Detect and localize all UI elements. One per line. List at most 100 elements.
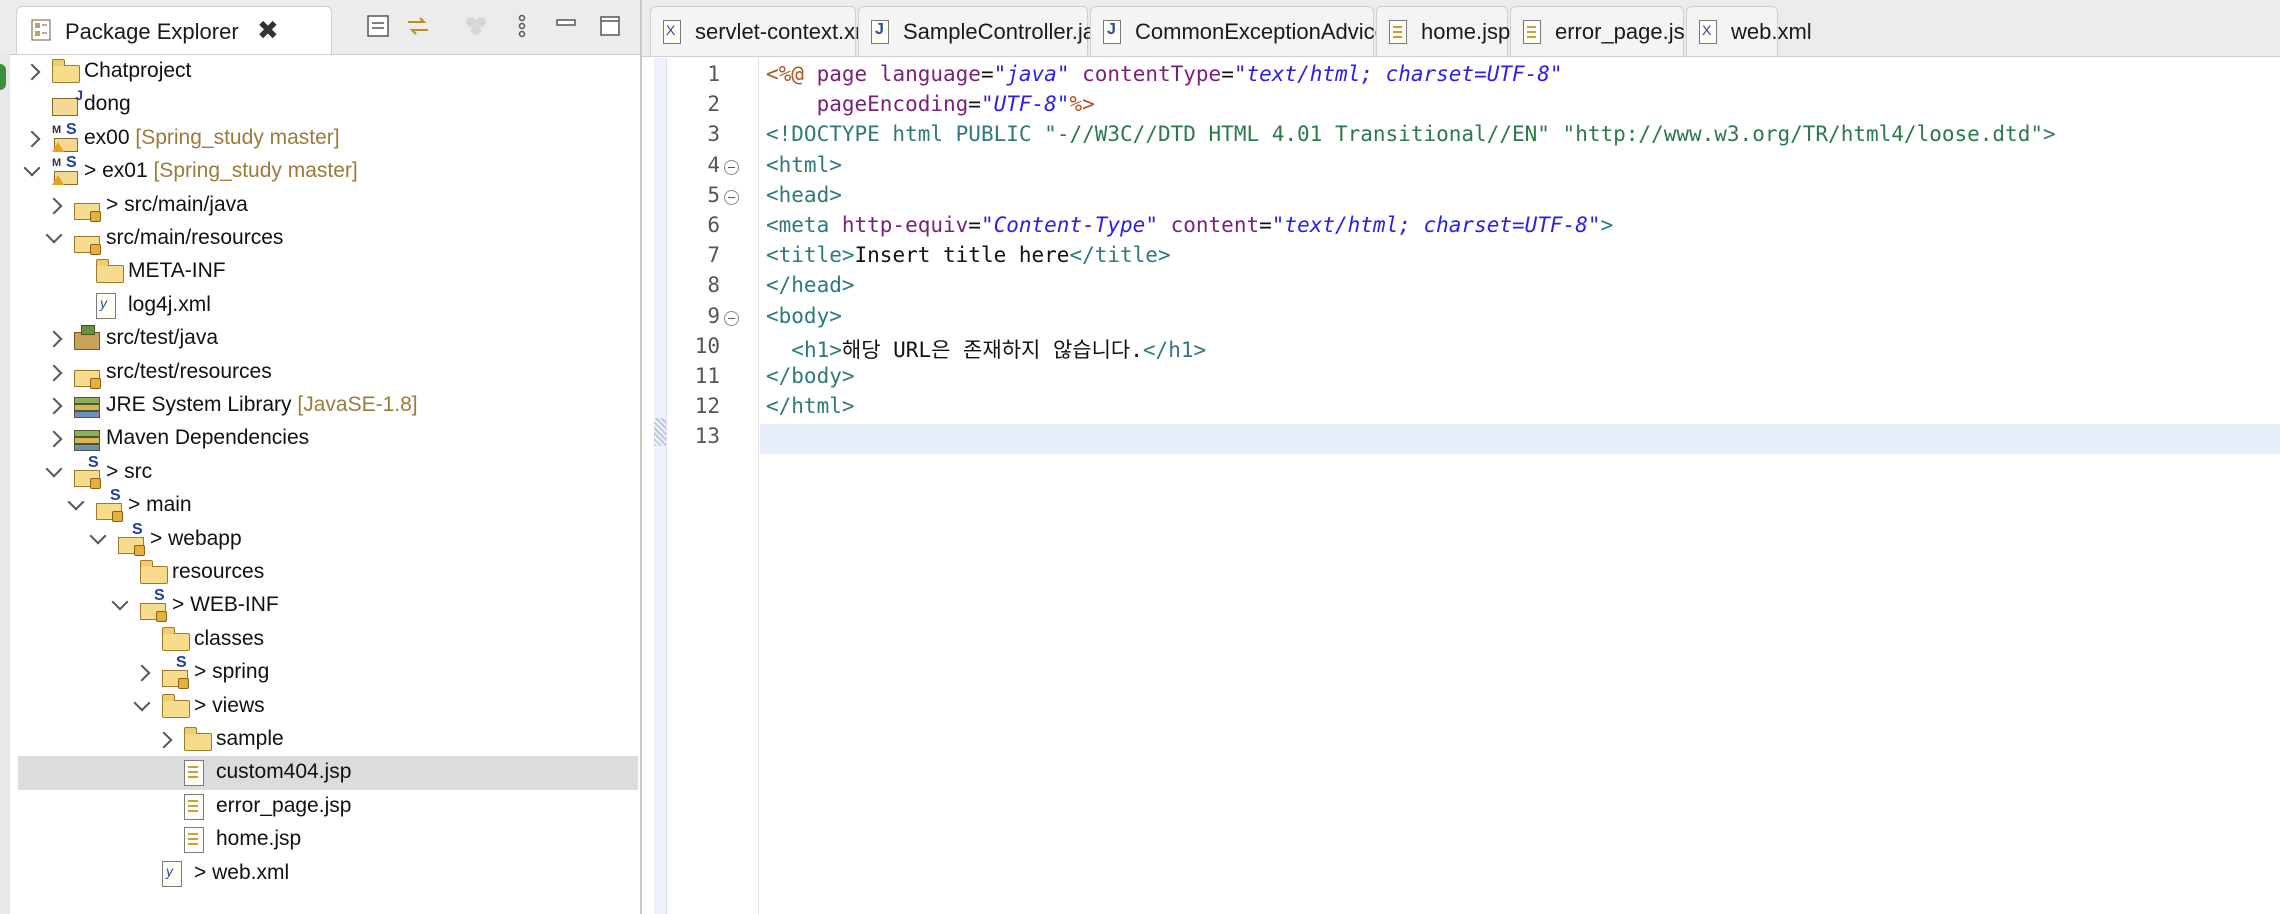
tree-item-label: log4j.xml bbox=[128, 293, 211, 317]
jsp-file-icon bbox=[184, 793, 204, 820]
tree-item-label: > ex01 [Spring_study master] bbox=[84, 159, 358, 183]
tree-item[interactable]: src/test/java bbox=[18, 322, 638, 356]
tree-item[interactable]: > src/main/java bbox=[18, 189, 638, 223]
chevron-down-icon[interactable] bbox=[23, 159, 41, 177]
code-token: <h1> bbox=[791, 337, 842, 362]
collapse-all-icon[interactable] bbox=[364, 12, 392, 40]
editor-tab[interactable]: error_page.jsp bbox=[1510, 6, 1697, 56]
link-with-editor-icon[interactable] bbox=[404, 12, 432, 40]
code-area[interactable]: <%@ page language="java" contentType="te… bbox=[760, 58, 2280, 914]
code-line: <head> bbox=[766, 183, 842, 207]
code-token: "text/html; charset=UTF-8" bbox=[1233, 62, 1563, 86]
tree-item[interactable]: JRE System Library [JavaSE-1.8] bbox=[18, 389, 638, 423]
tree-item[interactable]: custom404.jsp bbox=[18, 756, 638, 791]
chevron-right-icon[interactable] bbox=[45, 397, 63, 415]
line-number: 12 bbox=[694, 394, 720, 419]
chevron-right-icon[interactable] bbox=[45, 197, 63, 215]
code-token: > bbox=[1600, 213, 1614, 237]
tree-item[interactable]: error_page.jsp bbox=[18, 790, 638, 824]
chevron-right-icon[interactable] bbox=[155, 731, 173, 749]
package-explorer-tab[interactable]: Package Explorer ✖ bbox=[16, 6, 332, 54]
code-editor: servlet-context.xml SampleController.java… bbox=[642, 0, 2280, 914]
editor-tab[interactable]: home.jsp bbox=[1376, 6, 1510, 56]
tree-item[interactable]: sample bbox=[18, 723, 638, 757]
tree-item-label: classes bbox=[194, 627, 264, 651]
filter-icon[interactable] bbox=[462, 12, 490, 40]
line-number: 13 bbox=[694, 424, 720, 449]
code-token: <title> bbox=[766, 243, 855, 268]
editor-tab[interactable]: web.xml bbox=[1686, 6, 1812, 56]
tree-item-label: > WEB-INF bbox=[172, 593, 279, 617]
tree-item-name: Maven Dependencies bbox=[106, 426, 310, 450]
tree-item[interactable]: > web.xml bbox=[18, 857, 638, 891]
chevron-down-icon[interactable] bbox=[45, 226, 63, 244]
chevron-down-icon[interactable] bbox=[111, 593, 129, 611]
editor-tab[interactable]: CommonExceptionAdvice.java bbox=[1090, 6, 1433, 56]
tree-item-name: dong bbox=[84, 92, 131, 116]
chevron-right-icon[interactable] bbox=[45, 364, 63, 382]
chevron-right-icon[interactable] bbox=[133, 664, 151, 682]
editor-tab[interactable]: SampleController.java bbox=[858, 6, 1118, 56]
minimize-icon[interactable] bbox=[552, 12, 580, 40]
tree-item[interactable]: Maven Dependencies bbox=[18, 422, 638, 456]
code-line: <meta http-equiv="Content-Type" content=… bbox=[766, 213, 1613, 237]
maximize-icon[interactable] bbox=[596, 12, 624, 40]
code-token: 해당 URL은 존재하지 않습니다. bbox=[841, 337, 1143, 362]
folder-icon bbox=[162, 693, 190, 718]
fold-collapse-icon[interactable] bbox=[724, 159, 739, 175]
code-line: <!DOCTYPE html PUBLIC "-//W3C//DTD HTML … bbox=[766, 122, 2056, 146]
chevron-down-icon[interactable] bbox=[133, 694, 151, 712]
folder-icon bbox=[162, 626, 190, 651]
tree-item[interactable]: resources bbox=[18, 556, 638, 590]
editor-tabbar: servlet-context.xml SampleController.java… bbox=[642, 0, 2280, 57]
tree-item-name: custom404.jsp bbox=[216, 760, 352, 784]
view-menu-icon[interactable] bbox=[508, 12, 536, 40]
code-token: "UTF-8" bbox=[980, 92, 1070, 117]
tree-item-label: resources bbox=[172, 560, 264, 584]
code-token: <body> bbox=[766, 303, 842, 328]
tree-item[interactable]: > views bbox=[18, 690, 638, 724]
tree-item[interactable]: Chatproject bbox=[18, 55, 638, 89]
tree-item[interactable]: S > src bbox=[18, 454, 638, 490]
code-token: = bbox=[1259, 213, 1272, 237]
chevron-right-icon[interactable] bbox=[45, 430, 63, 448]
chevron-down-icon[interactable] bbox=[45, 460, 63, 478]
tree-item[interactable]: M Sex00 [Spring_study master] bbox=[18, 121, 638, 156]
chevron-down-icon[interactable] bbox=[89, 527, 107, 545]
tree-item[interactable]: M S > ex01 [Spring_study master] bbox=[18, 154, 638, 189]
project-folder-icon bbox=[52, 59, 80, 83]
code-token: content bbox=[1170, 213, 1260, 237]
xml-file-icon bbox=[1699, 20, 1717, 44]
tree-item[interactable]: classes bbox=[18, 623, 638, 657]
tree-item[interactable]: S > WEB-INF bbox=[18, 587, 638, 623]
tree-item-name: resources bbox=[172, 560, 265, 583]
tree-item[interactable]: home.jsp bbox=[18, 823, 638, 857]
code-token: <meta bbox=[766, 213, 842, 237]
chevron-down-icon[interactable] bbox=[67, 493, 85, 511]
tree-item[interactable]: META-INF bbox=[18, 255, 638, 289]
tree-item-name: META-INF bbox=[128, 259, 226, 283]
chevron-right-icon[interactable] bbox=[45, 330, 63, 348]
tree-item[interactable]: S > spring bbox=[18, 654, 638, 690]
code-token: "text/html; charset=UTF-8" bbox=[1271, 213, 1601, 237]
code-token: PUBLIC bbox=[955, 122, 1045, 147]
xml-file-icon bbox=[663, 20, 681, 44]
code-token: Insert title here bbox=[854, 243, 1070, 268]
tree-item[interactable]: S > main bbox=[18, 487, 638, 523]
tree-item[interactable]: src/test/resources bbox=[18, 356, 638, 390]
tree-item[interactable]: src/main/resources bbox=[18, 222, 638, 256]
tree-item[interactable]: dong bbox=[18, 87, 638, 122]
maven-spring-project-icon: MS bbox=[52, 154, 78, 186]
fold-collapse-icon[interactable] bbox=[724, 310, 739, 326]
code-line: <body> bbox=[766, 304, 842, 328]
tree-item[interactable]: S > webapp bbox=[18, 521, 638, 557]
chevron-right-icon[interactable] bbox=[23, 63, 41, 81]
code-token: <!DOCTYPE html bbox=[766, 122, 956, 147]
editor-tab[interactable]: servlet-context.xml bbox=[650, 6, 878, 56]
fold-collapse-icon[interactable] bbox=[724, 189, 739, 205]
close-tab-icon[interactable]: ✖ bbox=[257, 15, 279, 46]
code-token: "Content-Type" bbox=[980, 213, 1171, 237]
tree-item[interactable]: log4j.xml bbox=[18, 289, 638, 323]
chevron-right-icon[interactable] bbox=[23, 130, 41, 148]
code-token: "http://www.w3.org/TR/html4/loose.dtd" bbox=[1562, 122, 2043, 147]
